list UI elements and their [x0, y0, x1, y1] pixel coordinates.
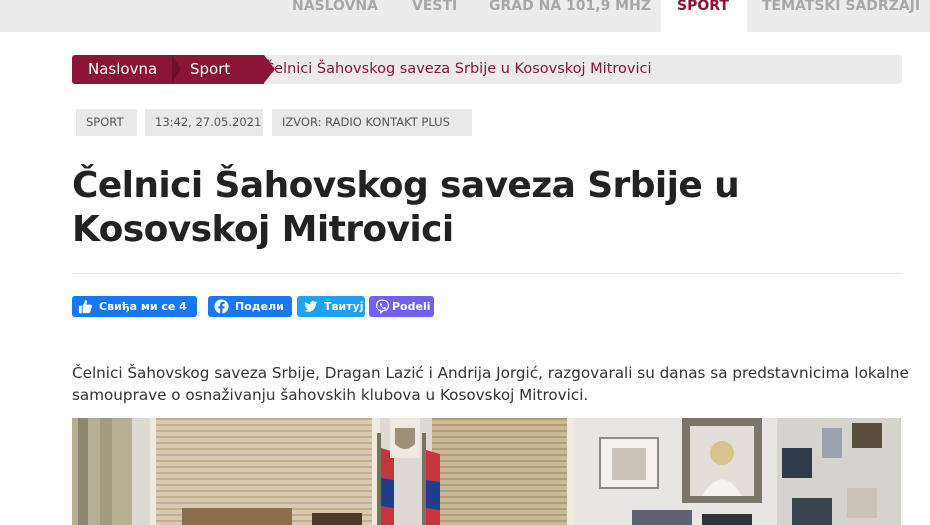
viber-label: Podeli — [392, 300, 431, 313]
nav-item-naslovna[interactable]: NASLOVNA — [292, 0, 392, 32]
publish-datetime: 13:42, 27.05.2021 — [145, 109, 263, 136]
breadcrumb-section-link[interactable]: Sport — [172, 55, 264, 84]
nav-item-tematski-sadrzaji[interactable]: TEMATSKI SADRŽAJI — [762, 0, 930, 32]
viber-icon — [375, 299, 390, 314]
top-navigation: NASLOVNA VESTI GRAD NA 101,9 MHZ SPORT T… — [0, 0, 930, 32]
nav-item-grad[interactable]: GRAD NA 101,9 MHZ — [489, 0, 651, 32]
article-title: Čelnici Šahovskog saveza Srbije u Kosovs… — [72, 165, 740, 250]
viber-share-button[interactable]: Podeli — [369, 296, 434, 317]
like-label: Свиђа ми се 4 — [99, 300, 187, 313]
breadcrumb-home-link[interactable]: Naslovna — [72, 55, 172, 84]
breadcrumb-separator — [172, 55, 181, 83]
category-tag[interactable]: SPORT — [76, 109, 137, 136]
tweet-button[interactable]: Твитуј — [297, 296, 365, 317]
nav-item-vesti[interactable]: VESTI — [412, 0, 472, 32]
source-tag: IZVOR: RADIO KONTAKT PLUS — [272, 109, 472, 136]
breadcrumb-current: Čelnici Šahovskog saveza Srbije u Kosovs… — [264, 61, 652, 77]
article-photo-illustration — [72, 418, 901, 525]
facebook-share-button[interactable]: Подели — [208, 296, 292, 317]
twitter-bird-icon — [304, 301, 318, 312]
article-lead: Čelnici Šahovskog saveza Srbije, Dragan … — [72, 364, 909, 404]
facebook-icon — [214, 299, 229, 314]
facebook-like-button[interactable]: Свиђа ми се 4 — [72, 296, 197, 317]
share-label: Подели — [235, 300, 284, 313]
tweet-label: Твитуј — [324, 300, 364, 313]
breadcrumb: Naslovna Sport Čelnici Šahovskog saveza … — [72, 55, 902, 84]
nav-item-sport[interactable]: SPORT — [661, 0, 747, 32]
thumbs-up-icon — [78, 299, 92, 314]
divider — [72, 273, 902, 274]
article-photo — [72, 418, 901, 525]
